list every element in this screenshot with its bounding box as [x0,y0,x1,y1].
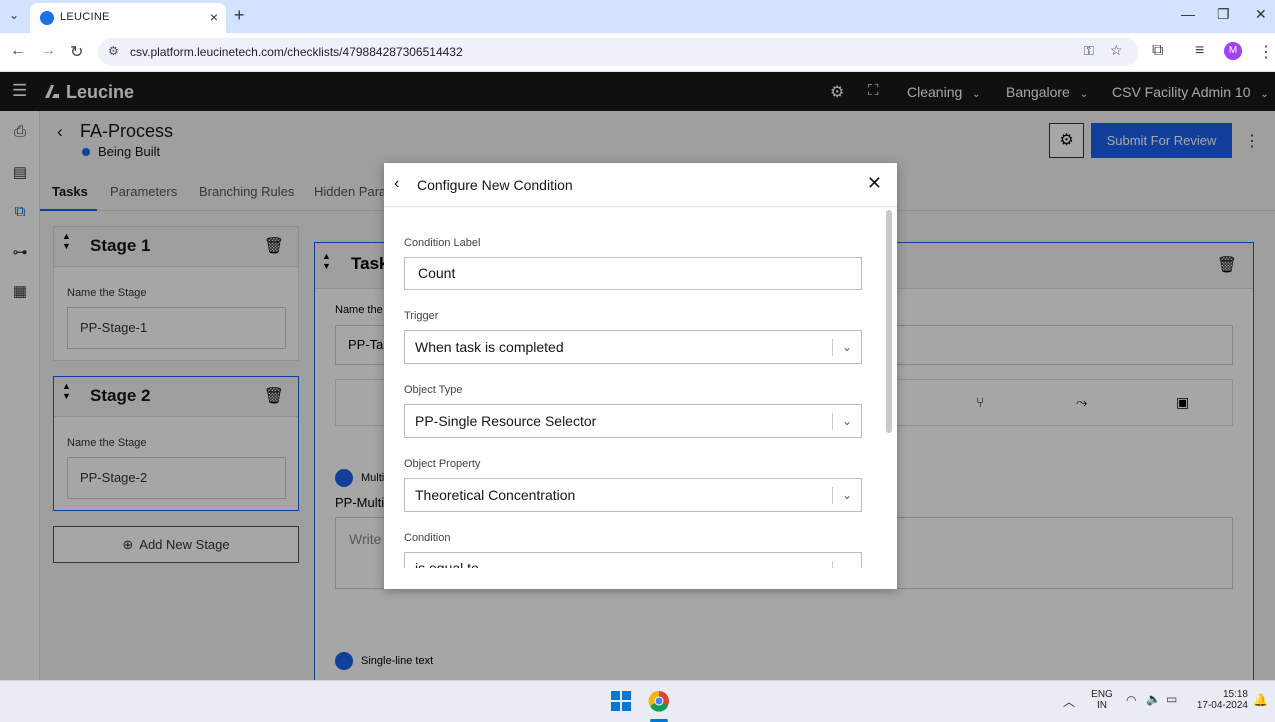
minimize-icon[interactable]: — [1181,6,1195,22]
configure-condition-modal: ‹ Configure New Condition ✕ Condition La… [384,163,897,589]
modal-title: Configure New Condition [417,177,573,193]
browser-tab-bar: ⌄ LEUCINE × + — ❐ ✕ [0,0,1275,33]
chevron-down-icon[interactable]: ⌄ [842,479,852,511]
restore-icon[interactable]: ❐ [1217,6,1230,23]
bookmark-star-icon[interactable]: ☆ [1110,42,1123,59]
select-separator [832,561,833,568]
back-chevron-icon[interactable]: ‹ [394,175,399,193]
reload-icon[interactable]: ↻ [70,42,83,62]
chevron-down-icon[interactable]: ⌄ [842,405,852,437]
extensions-icon[interactable]: ⧉ [1152,42,1163,60]
browser-tab[interactable]: LEUCINE × [30,3,226,33]
windows-start-icon[interactable] [611,691,631,711]
back-icon[interactable]: ← [10,42,26,60]
condition-field-label: Condition [404,532,451,544]
clock-time: 15:18 [1222,689,1248,700]
volume-icon[interactable]: 🔈 [1146,692,1161,706]
trigger-select[interactable]: When task is completed ⌄ [404,330,862,364]
address-bar[interactable]: ⚙ csv.platform.leucinetech.com/checklist… [98,38,1138,66]
select-separator [832,339,833,356]
condition-value: is equal to [415,560,479,568]
select-separator [832,413,833,430]
chevron-down-icon[interactable]: ⌄ [842,331,852,363]
language-code: ENG [1091,689,1113,700]
profile-avatar[interactable]: M [1224,42,1242,60]
chevron-down-icon[interactable]: ⌄ [842,553,852,568]
region-code: IN [1097,700,1107,711]
object-type-select[interactable]: PP-Single Resource Selector ⌄ [404,404,862,438]
select-separator [832,487,833,504]
browser-tab-title: LEUCINE [60,11,110,23]
clock[interactable]: 15:18 17-04-2024 [1190,689,1248,711]
object-type-value: PP-Single Resource Selector [415,413,597,429]
notification-bell-icon[interactable]: 🔔 [1253,693,1268,707]
object-type-label: Object Type [404,384,463,396]
clock-date: 17-04-2024 [1196,700,1248,711]
trigger-label: Trigger [404,310,439,322]
battery-icon[interactable]: ▭ [1166,692,1177,706]
password-key-icon[interactable]: ⚿ [1084,43,1094,59]
forward-icon[interactable]: → [40,42,56,60]
object-property-select[interactable]: Theoretical Concentration ⌄ [404,478,862,512]
wifi-icon[interactable]: ◠ [1126,693,1136,707]
new-tab-icon[interactable]: + [234,5,245,26]
header-dim-overlay [0,72,1275,111]
browser-toolbar: ← → ↻ ⚙ csv.platform.leucinetech.com/che… [0,33,1275,71]
chrome-taskbar-icon[interactable] [648,690,670,712]
show-hidden-icons-chevron-icon[interactable]: ︿ [1063,693,1075,710]
modal-scrollbar[interactable] [886,210,892,433]
object-property-label: Object Property [404,458,481,470]
media-queue-icon[interactable]: ≡ [1195,42,1204,60]
condition-select-clip: is equal to ⌄ [384,551,884,568]
browser-menu-icon[interactable]: ⋮ [1258,42,1274,62]
tab-list-chevron-icon[interactable]: ⌄ [9,8,19,22]
close-window-icon[interactable]: ✕ [1255,6,1267,23]
condition-label-label: Condition Label [404,237,481,249]
language-indicator[interactable]: ENG IN [1090,689,1114,711]
trigger-value: When task is completed [415,339,564,355]
close-icon[interactable]: ✕ [867,173,882,194]
close-tab-icon[interactable]: × [210,9,218,25]
leucine-favicon-icon [40,11,54,25]
object-property-value: Theoretical Concentration [415,487,576,503]
site-info-icon[interactable]: ⚙ [108,44,119,58]
url-text: csv.platform.leucinetech.com/checklists/… [130,45,463,59]
condition-label-input[interactable]: Count [404,257,862,290]
modal-header: ‹ Configure New Condition ✕ [384,163,897,207]
condition-select[interactable]: is equal to ⌄ [404,552,862,568]
windows-taskbar: ︿ ENG IN ◠ 🔈 ▭ 15:18 17-04-2024 🔔 [0,680,1275,722]
